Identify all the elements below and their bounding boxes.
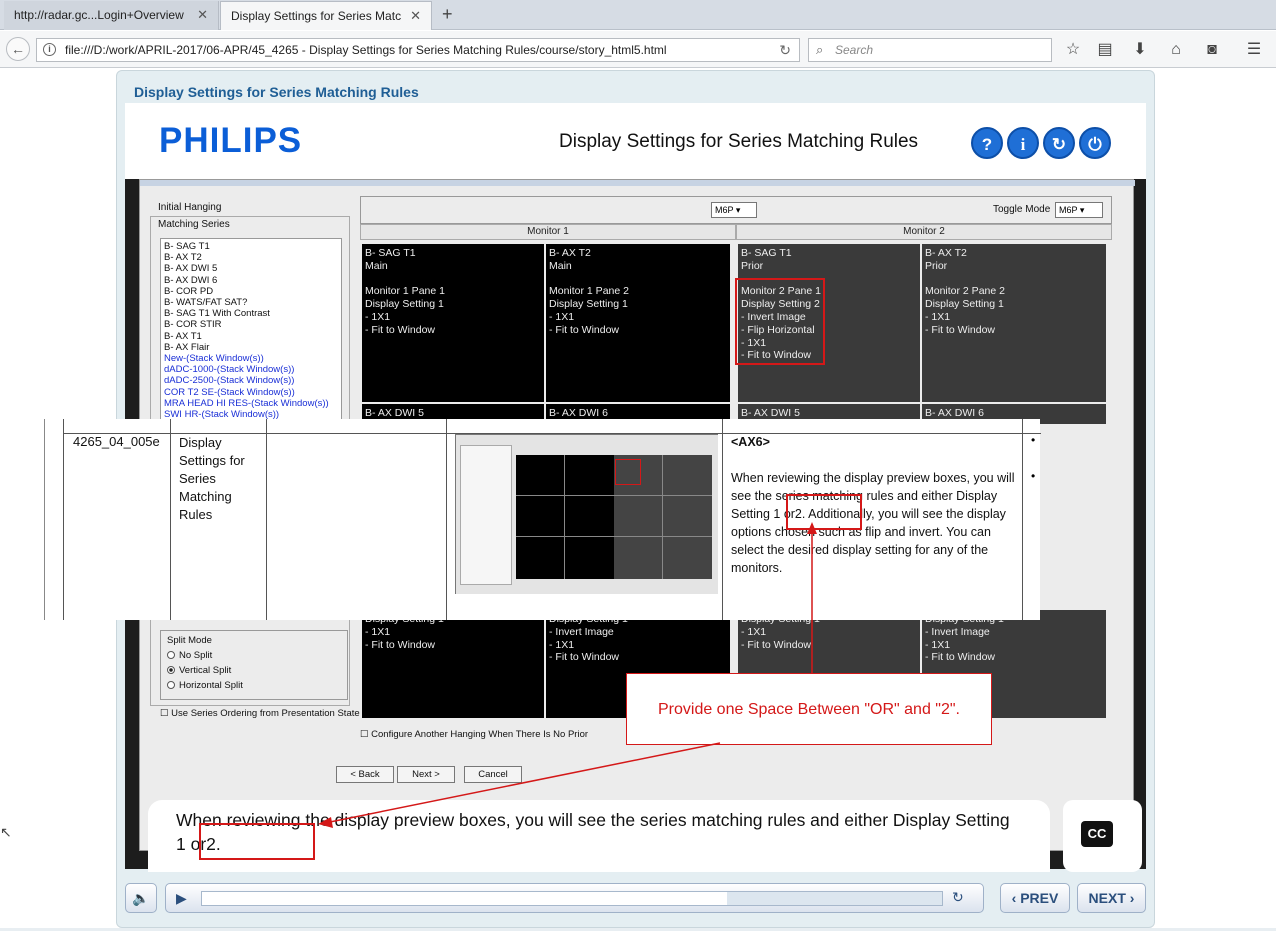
callout-arrows — [318, 522, 817, 828]
arrow-line-down — [329, 742, 721, 823]
mouse-cursor-icon: ↖ — [0, 824, 12, 840]
arrow-head-up — [807, 522, 817, 534]
arrow-head-down — [318, 817, 333, 828]
